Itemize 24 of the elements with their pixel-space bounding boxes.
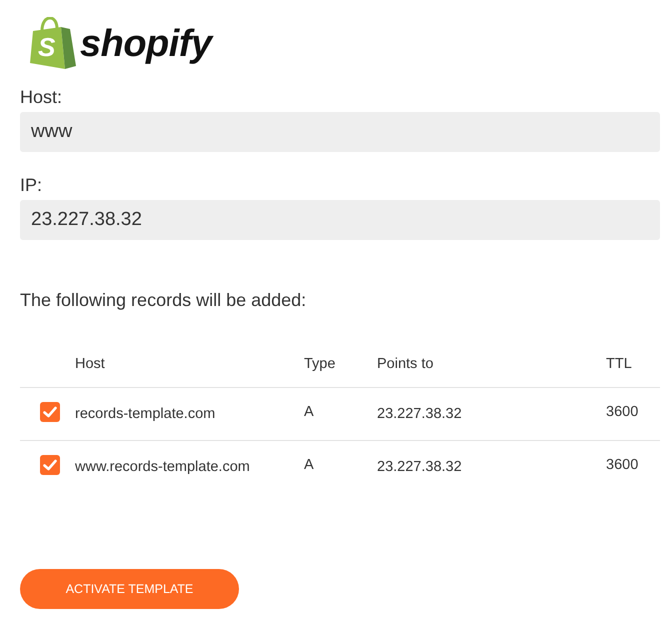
table-cell: 3600 xyxy=(606,404,638,420)
input-field[interactable]: www xyxy=(20,112,660,152)
table-cell: 23.227.38.32 xyxy=(377,459,462,475)
column-header: TTL xyxy=(606,356,632,372)
column-header: Points to xyxy=(377,356,434,372)
table-cell: 23.227.38.32 xyxy=(377,406,462,422)
records-intro: The following records will be added: xyxy=(20,289,306,311)
table-cell: A xyxy=(304,404,314,420)
input-field[interactable]: 23.227.38.32 xyxy=(20,200,660,240)
logo-wordmark: shopify xyxy=(80,22,212,66)
table-cell: A xyxy=(304,457,314,473)
column-header: Type xyxy=(304,356,336,372)
check-icon xyxy=(43,459,57,471)
check-icon xyxy=(43,406,57,418)
table-cell: 3600 xyxy=(606,457,638,473)
shopping-bag-icon xyxy=(30,17,76,69)
table-cell: records-template.com xyxy=(75,406,216,422)
logo-letter: S xyxy=(38,34,56,60)
column-header: Host xyxy=(75,356,105,372)
row-checkbox[interactable] xyxy=(40,455,60,475)
field-label: Host: xyxy=(20,86,62,108)
field-label: IP: xyxy=(20,174,42,196)
table-cell: www.records-template.com xyxy=(75,459,250,475)
row-checkbox[interactable] xyxy=(40,402,60,422)
